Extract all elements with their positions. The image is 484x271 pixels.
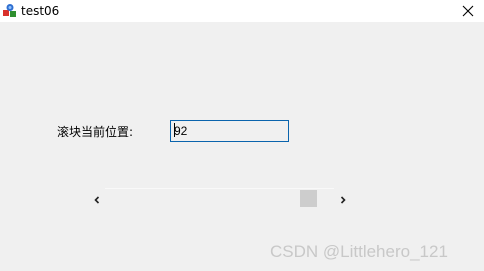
scroll-thumb[interactable] — [300, 190, 318, 207]
horizontal-scrollbar[interactable] — [88, 188, 351, 209]
title-bar[interactable]: test06 — [0, 0, 484, 22]
scroll-left-button[interactable] — [88, 188, 105, 208]
scroll-right-button[interactable] — [334, 188, 351, 208]
position-field[interactable] — [170, 120, 289, 142]
app-icon — [2, 3, 18, 19]
window-title: test06 — [21, 4, 60, 18]
close-button[interactable] — [452, 0, 484, 22]
position-label: 滚块当前位置: — [57, 125, 134, 139]
chevron-right-icon — [339, 189, 347, 208]
text-caret — [174, 123, 175, 137]
chevron-left-icon — [93, 189, 101, 208]
watermark: CSDN @Littlehero_121 — [270, 242, 448, 261]
close-icon — [462, 2, 474, 21]
app-window: test06 滚块当前位置: 92 CSDN @Littlehero_121 — [0, 0, 484, 271]
